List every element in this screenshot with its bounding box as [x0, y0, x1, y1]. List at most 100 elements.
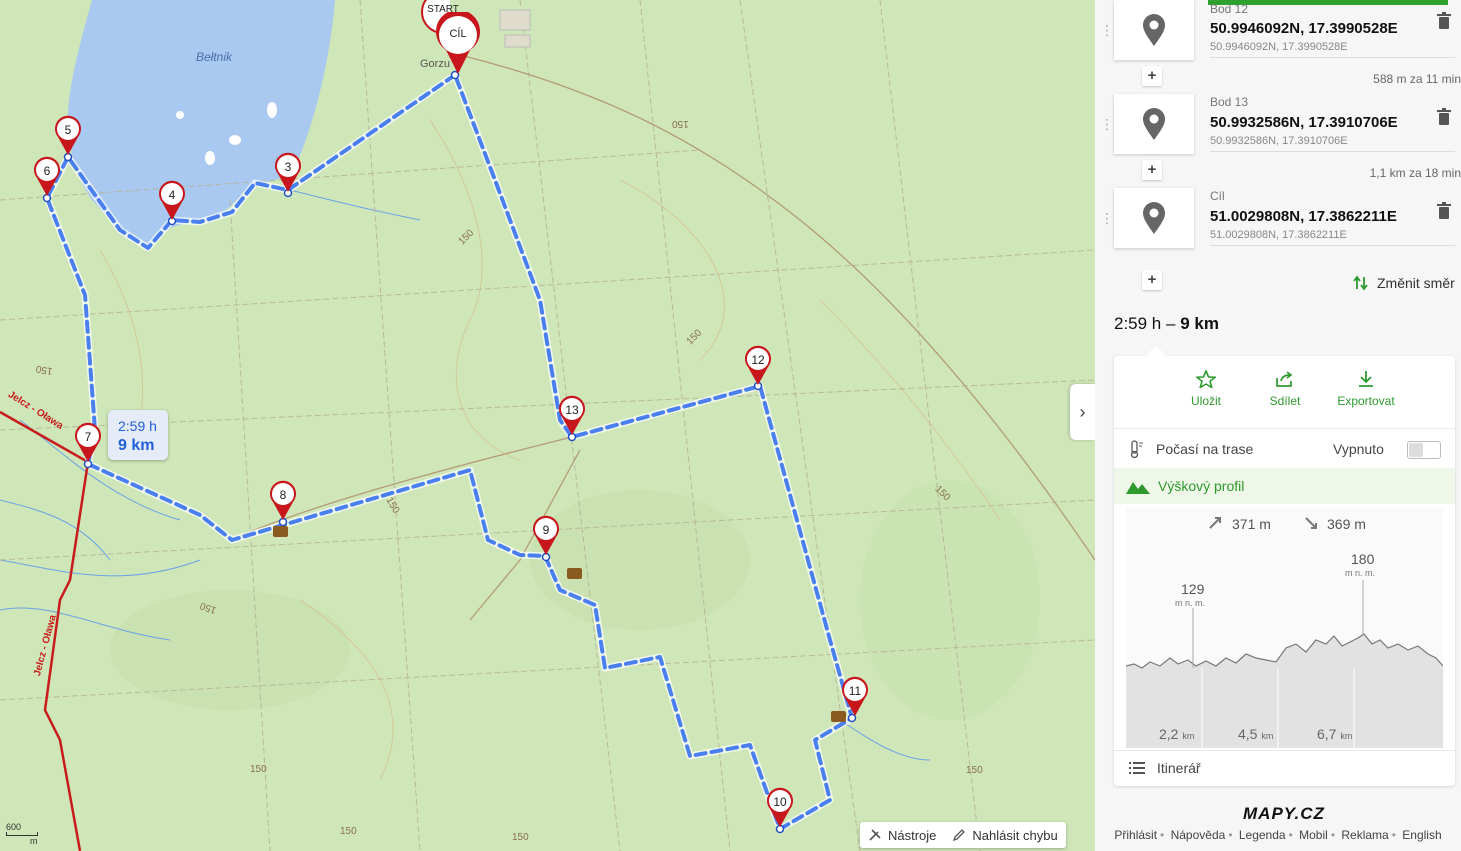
min-elevation: 129: [1181, 581, 1205, 597]
waypoint-row[interactable]: ⋮⋮ Cíl 51.0029808N, 17.3862211E 51.00298…: [1095, 188, 1461, 268]
save-label: Uložit: [1190, 394, 1221, 408]
max-elevation-unit: m n. m.: [1345, 568, 1376, 578]
contour-label: 150: [966, 765, 983, 776]
star-icon: [1196, 370, 1216, 388]
footer-link-mobile[interactable]: Mobil: [1299, 828, 1328, 842]
bubble-time: 2:59 h: [118, 418, 157, 434]
x-tick: 2,2 km: [1159, 726, 1195, 742]
footer-link-english[interactable]: English: [1402, 828, 1441, 842]
footer-link-legend[interactable]: Legenda: [1239, 828, 1286, 842]
elevation-title: Výškový profil: [1158, 478, 1245, 494]
waypoint-coord: 50.9932586N, 17.3910706E: [1210, 114, 1398, 131]
waypoint-coord: 50.9946092N, 17.3990528E: [1210, 20, 1398, 37]
summary-dash: –: [1166, 314, 1176, 333]
footer-link-ads[interactable]: Reklama: [1341, 828, 1388, 842]
export-label: Exportovat: [1337, 394, 1395, 408]
swap-arrows-icon: [1353, 275, 1368, 291]
share-icon: [1276, 371, 1293, 387]
waypoint-coord-small: 50.9932586N, 17.3910706E: [1210, 135, 1348, 147]
route-marker-4[interactable]: 4: [157, 180, 187, 220]
contour-label: 150: [340, 826, 357, 837]
route-panel: ⋮⋮ Bod 12 50.9946092N, 17.3990528E 50.99…: [1095, 0, 1461, 851]
waypoint-thumbnail[interactable]: [1114, 0, 1194, 60]
location-pin-icon: [1143, 14, 1165, 46]
waypoint-name: Bod 13: [1210, 95, 1249, 109]
route-summary-bubble[interactable]: 2:59 h 9 km: [108, 410, 168, 460]
route-actions: Uložit Sdílet Exportovat: [1114, 356, 1455, 426]
waypoint-coord-small: 50.9946092N, 17.3990528E: [1210, 41, 1348, 53]
map-view[interactable]: Bełtnik Gorzu Jelcz - Oława Jelcz - Oław…: [0, 0, 1095, 851]
route-marker-11[interactable]: 11: [840, 676, 870, 716]
contour-label: 150: [512, 832, 529, 843]
footer-link-login[interactable]: Přihlásit: [1114, 828, 1157, 842]
location-pin-icon: [1143, 108, 1165, 140]
waypoint-name: Bod 12: [1210, 2, 1249, 16]
export-button[interactable]: Exportovat: [1326, 370, 1406, 408]
weather-toggle[interactable]: [1407, 441, 1441, 459]
trash-icon[interactable]: [1437, 108, 1451, 126]
route-marker-6[interactable]: 6: [32, 156, 62, 196]
route-marker-7[interactable]: 7: [73, 422, 103, 462]
scale-unit: m: [30, 836, 38, 846]
report-error-label: Nahlásit chybu: [972, 827, 1058, 843]
route-marker-3[interactable]: 3: [273, 152, 303, 192]
x-tick: 4,5 km: [1238, 726, 1274, 742]
trash-icon[interactable]: [1437, 202, 1451, 220]
min-elevation-unit: m n. m.: [1175, 598, 1206, 608]
route-marker-12[interactable]: 12: [743, 345, 773, 385]
route-marker-8[interactable]: 8: [268, 480, 298, 520]
weather-state: Vypnuto: [1333, 441, 1384, 457]
add-waypoint-button[interactable]: +: [1142, 66, 1162, 86]
waypoint-thumbnail[interactable]: [1114, 94, 1194, 154]
route-details-card: Uložit Sdílet Exportovat Počasí na trase…: [1114, 346, 1455, 786]
waypoint-coord: 51.0029808N, 17.3862211E: [1210, 208, 1397, 225]
weather-label: Počasí na trase: [1156, 441, 1254, 457]
route-marker-9[interactable]: 9: [531, 515, 561, 555]
tools-icon: [869, 829, 881, 841]
share-label: Sdílet: [1269, 394, 1301, 408]
map-scale: 600 m: [6, 822, 38, 846]
contour-label: 150: [672, 118, 689, 129]
route-marker-end[interactable]: CÍL: [435, 12, 481, 76]
mountain-icon: [1126, 482, 1150, 494]
add-waypoint-button[interactable]: +: [1142, 270, 1162, 290]
pencil-icon: [953, 829, 966, 842]
elevation-profile-header[interactable]: Výškový profil: [1114, 468, 1455, 504]
summary-time: 2:59 h: [1114, 314, 1162, 333]
trash-icon[interactable]: [1437, 12, 1451, 30]
waypoint-thumbnail[interactable]: [1114, 188, 1194, 248]
route-marker-5[interactable]: 5: [53, 115, 83, 155]
summary-distance: 9 km: [1180, 314, 1219, 333]
lake-label: Bełtnik: [196, 50, 233, 64]
x-tick: 6,7 km: [1317, 726, 1353, 742]
route-marker-10[interactable]: 10: [765, 787, 795, 827]
weather-row[interactable]: Počasí na trase Vypnuto: [1114, 430, 1455, 468]
panel-collapse-button[interactable]: ›: [1070, 384, 1095, 440]
contour-label: 150: [250, 764, 267, 775]
report-error-button[interactable]: Nahlásit chybu: [944, 822, 1065, 848]
map-tools-bar: Nástroje Nahlásit chybu: [860, 822, 1066, 848]
waypoint-coord-small: 51.0029808N, 17.3862211E: [1210, 229, 1347, 241]
max-elevation: 180: [1351, 551, 1375, 567]
save-button[interactable]: Uložit: [1166, 370, 1246, 408]
route-summary: 2:59 h – 9 km: [1114, 314, 1219, 334]
segment-info: 588 m za 11 min: [1373, 72, 1461, 86]
footer-link-help[interactable]: Nápověda: [1171, 828, 1226, 842]
footer-links: Přihlásit • Nápověda • Legenda • Mobil • Rek…: [1114, 828, 1442, 842]
waypoint-name: Cíl: [1210, 189, 1225, 203]
add-waypoint-button[interactable]: +: [1142, 160, 1162, 180]
tools-button[interactable]: Nástroje: [860, 822, 944, 848]
elevation-graph: [1125, 517, 1444, 748]
itinerary-button[interactable]: Itinerář: [1114, 750, 1455, 786]
ascent-value: 371 m: [1232, 516, 1271, 532]
tools-label: Nástroje: [888, 827, 937, 843]
segment-info: 1,1 km za 18 min: [1369, 166, 1461, 180]
list-icon: [1129, 762, 1145, 774]
route-marker-13[interactable]: 13: [557, 395, 587, 435]
download-icon: [1359, 371, 1373, 387]
mapy-cz-logo[interactable]: MAPY.CZ: [1243, 804, 1325, 824]
share-button[interactable]: Sdílet: [1245, 370, 1325, 408]
change-direction-button[interactable]: Změnit směr: [1353, 275, 1455, 291]
location-pin-icon: [1143, 202, 1165, 234]
elevation-chart[interactable]: 371 m 369 m 129 m n. m. 180 m n. m. 2,2 …: [1125, 508, 1444, 748]
